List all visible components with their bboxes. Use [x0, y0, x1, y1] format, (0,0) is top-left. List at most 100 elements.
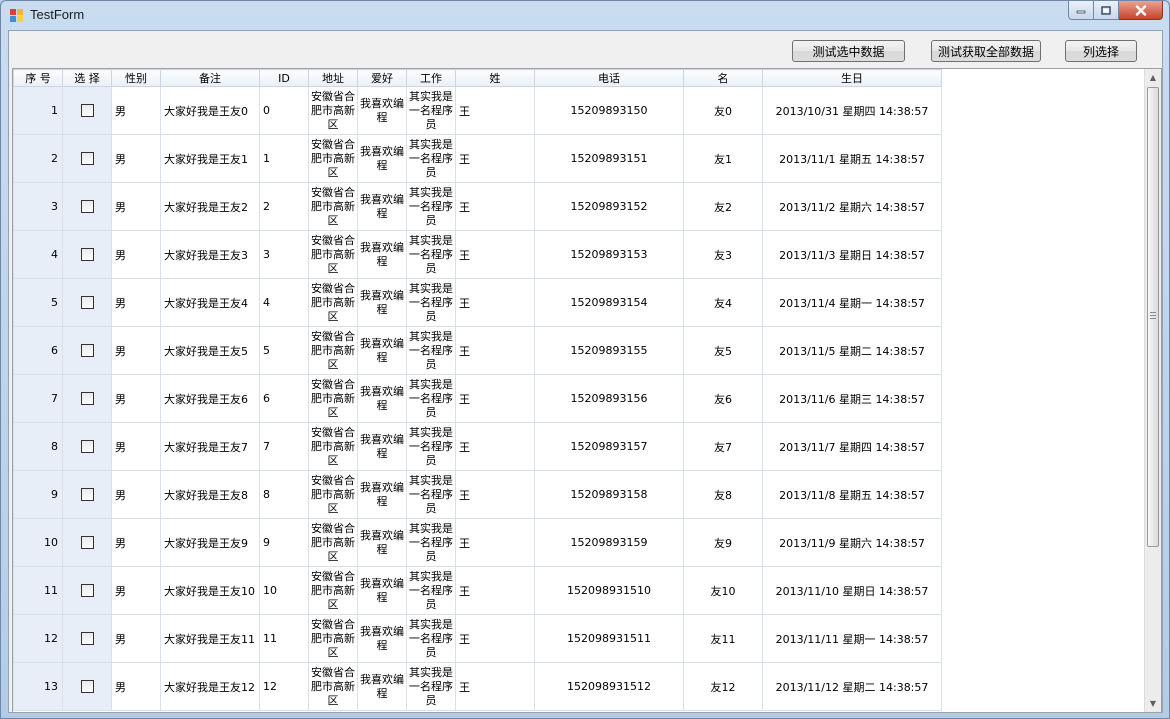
- test-get-all-data-button[interactable]: 测试获取全部数据: [931, 40, 1041, 62]
- address-cell: 安徽省合肥市高新区: [308, 374, 358, 423]
- row-header-cell[interactable]: 1: [13, 86, 63, 135]
- close-icon: [1135, 4, 1146, 16]
- table-row[interactable]: 8 男大家好我是王友7 7 安徽省合肥市高新区 我喜欢编程 其实我是一名程序员王 15209…: [13, 422, 942, 471]
- table-row[interactable]: 12 男大家好我是王友11 11 安徽省合肥市高新区 我喜欢编程 其实我是一名程序员王 15…: [13, 614, 942, 663]
- table-row[interactable]: 11 男大家好我是王友10 10 安徽省合肥市高新区 我喜欢编程 其实我是一名程序员王 15…: [13, 566, 942, 615]
- table-row[interactable]: 1 男大家好我是王友0 0 安徽省合肥市高新区 我喜欢编程 其实我是一名程序员王 15209…: [13, 86, 942, 135]
- surname-cell: 王: [455, 86, 535, 135]
- address-cell: 安徽省合肥市高新区: [308, 182, 358, 231]
- table-row[interactable]: 3 男大家好我是王友2 2 安徽省合肥市高新区 我喜欢编程 其实我是一名程序员王 15209…: [13, 182, 942, 231]
- address-cell: 安徽省合肥市高新区: [308, 566, 358, 615]
- header-job[interactable]: 工作: [406, 69, 456, 87]
- header-row-number[interactable]: 序 号: [13, 69, 63, 87]
- hobby-cell: 我喜欢编程: [357, 182, 407, 231]
- header-remark[interactable]: 备注: [160, 69, 260, 87]
- row-header-cell[interactable]: 3: [13, 182, 63, 231]
- select-checkbox[interactable]: [80, 488, 94, 502]
- close-button[interactable]: [1119, 1, 1163, 20]
- row-header-cell[interactable]: 10: [13, 518, 63, 567]
- header-given-name[interactable]: 名: [683, 69, 763, 87]
- table-row[interactable]: 2 男大家好我是王友1 1 安徽省合肥市高新区 我喜欢编程 其实我是一名程序员王 15209…: [13, 134, 942, 183]
- table-row[interactable]: 13 男大家好我是王友12 12 安徽省合肥市高新区 我喜欢编程 其实我是一名程序员王 15…: [13, 662, 942, 711]
- select-checkbox[interactable]: [80, 536, 94, 550]
- table-row[interactable]: 6 男大家好我是王友5 5 安徽省合肥市高新区 我喜欢编程 其实我是一名程序员王 15209…: [13, 326, 942, 375]
- row-header-cell[interactable]: 4: [13, 230, 63, 279]
- vertical-scrollbar[interactable]: ▲ ▼: [1144, 69, 1161, 712]
- job-cell: 其实我是一名程序员: [406, 662, 456, 711]
- job-cell: 其实我是一名程序员: [406, 86, 456, 135]
- surname-cell: 王: [455, 662, 535, 711]
- row-header-cell[interactable]: 13: [13, 662, 63, 711]
- job-cell: 其实我是一名程序员: [406, 566, 456, 615]
- phone-cell: 15209893151: [534, 134, 684, 183]
- header-gender[interactable]: 性别: [111, 69, 161, 87]
- window-title: TestForm: [30, 7, 85, 22]
- select-checkbox[interactable]: [80, 584, 94, 598]
- select-checkbox[interactable]: [80, 632, 94, 646]
- select-cell[interactable]: [62, 470, 112, 519]
- title-bar[interactable]: TestForm: [1, 1, 1169, 30]
- table-row[interactable]: 9 男大家好我是王友8 8 安徽省合肥市高新区 我喜欢编程 其实我是一名程序员王 15209…: [13, 470, 942, 519]
- table-row[interactable]: 5 男大家好我是王友4 4 安徽省合肥市高新区 我喜欢编程 其实我是一名程序员王 15209…: [13, 278, 942, 327]
- select-cell[interactable]: [62, 278, 112, 327]
- table-row[interactable]: 7 男大家好我是王友6 6 安徽省合肥市高新区 我喜欢编程 其实我是一名程序员王 15209…: [13, 374, 942, 423]
- select-checkbox[interactable]: [80, 200, 94, 214]
- select-cell[interactable]: [62, 86, 112, 135]
- select-cell[interactable]: [62, 662, 112, 711]
- given-name-cell: 友0: [683, 86, 763, 135]
- remark-cell: 大家好我是王友4: [160, 278, 260, 327]
- select-cell[interactable]: [62, 422, 112, 471]
- select-checkbox[interactable]: [80, 344, 94, 358]
- select-checkbox[interactable]: [80, 152, 94, 166]
- select-cell[interactable]: [62, 566, 112, 615]
- table-row[interactable]: 4 男大家好我是王友3 3 安徽省合肥市高新区 我喜欢编程 其实我是一名程序员王 15209…: [13, 230, 942, 279]
- address-cell: 安徽省合肥市高新区: [308, 326, 358, 375]
- header-id[interactable]: ID: [259, 69, 309, 87]
- select-cell[interactable]: [62, 326, 112, 375]
- select-checkbox[interactable]: [80, 248, 94, 262]
- header-surname[interactable]: 姓: [455, 69, 535, 87]
- row-header-cell[interactable]: 2: [13, 134, 63, 183]
- select-checkbox[interactable]: [80, 440, 94, 454]
- hobby-cell: 我喜欢编程: [357, 566, 407, 615]
- job-cell: 其实我是一名程序员: [406, 470, 456, 519]
- given-name-cell: 友9: [683, 518, 763, 567]
- test-selected-data-button[interactable]: 测试选中数据: [792, 40, 905, 62]
- scroll-thumb[interactable]: [1147, 87, 1159, 547]
- header-phone[interactable]: 电话: [534, 69, 684, 87]
- select-cell[interactable]: [62, 518, 112, 567]
- job-cell: 其实我是一名程序员: [406, 326, 456, 375]
- maximize-button[interactable]: [1094, 1, 1119, 20]
- minimize-button[interactable]: [1068, 1, 1094, 20]
- data-grid[interactable]: 序 号选 择性别 备注 ID 地址 爱好 工作姓电话名生日 1 男大家好我是王友0 0 安徽省合…: [12, 68, 1162, 713]
- remark-cell: 大家好我是王友11: [160, 614, 260, 663]
- row-header-cell[interactable]: 7: [13, 374, 63, 423]
- header-hobby[interactable]: 爱好: [357, 69, 407, 87]
- row-header-cell[interactable]: 11: [13, 566, 63, 615]
- select-cell[interactable]: [62, 374, 112, 423]
- given-name-cell: 友10: [683, 566, 763, 615]
- header-address[interactable]: 地址: [308, 69, 358, 87]
- select-cell[interactable]: [62, 134, 112, 183]
- row-header-cell[interactable]: 12: [13, 614, 63, 663]
- remark-cell: 大家好我是王友8: [160, 470, 260, 519]
- row-header-cell[interactable]: 8: [13, 422, 63, 471]
- select-checkbox[interactable]: [80, 392, 94, 406]
- select-checkbox[interactable]: [80, 296, 94, 310]
- select-checkbox[interactable]: [80, 104, 94, 118]
- id-cell: 2: [259, 182, 309, 231]
- scroll-up-arrow-icon[interactable]: ▲: [1145, 69, 1161, 86]
- table-row[interactable]: 10 男大家好我是王友9 9 安徽省合肥市高新区 我喜欢编程 其实我是一名程序员王 1520…: [13, 518, 942, 567]
- select-checkbox[interactable]: [80, 680, 94, 694]
- select-cell[interactable]: [62, 230, 112, 279]
- select-cell[interactable]: [62, 182, 112, 231]
- select-cell[interactable]: [62, 614, 112, 663]
- column-select-button[interactable]: 列选择: [1065, 40, 1137, 62]
- header-birthday[interactable]: 生日: [762, 69, 942, 87]
- header-select[interactable]: 选 择: [62, 69, 112, 87]
- row-header-cell[interactable]: 9: [13, 470, 63, 519]
- phone-cell: 15209893150: [534, 86, 684, 135]
- row-header-cell[interactable]: 6: [13, 326, 63, 375]
- row-header-cell[interactable]: 5: [13, 278, 63, 327]
- scroll-down-arrow-icon[interactable]: ▼: [1145, 695, 1161, 712]
